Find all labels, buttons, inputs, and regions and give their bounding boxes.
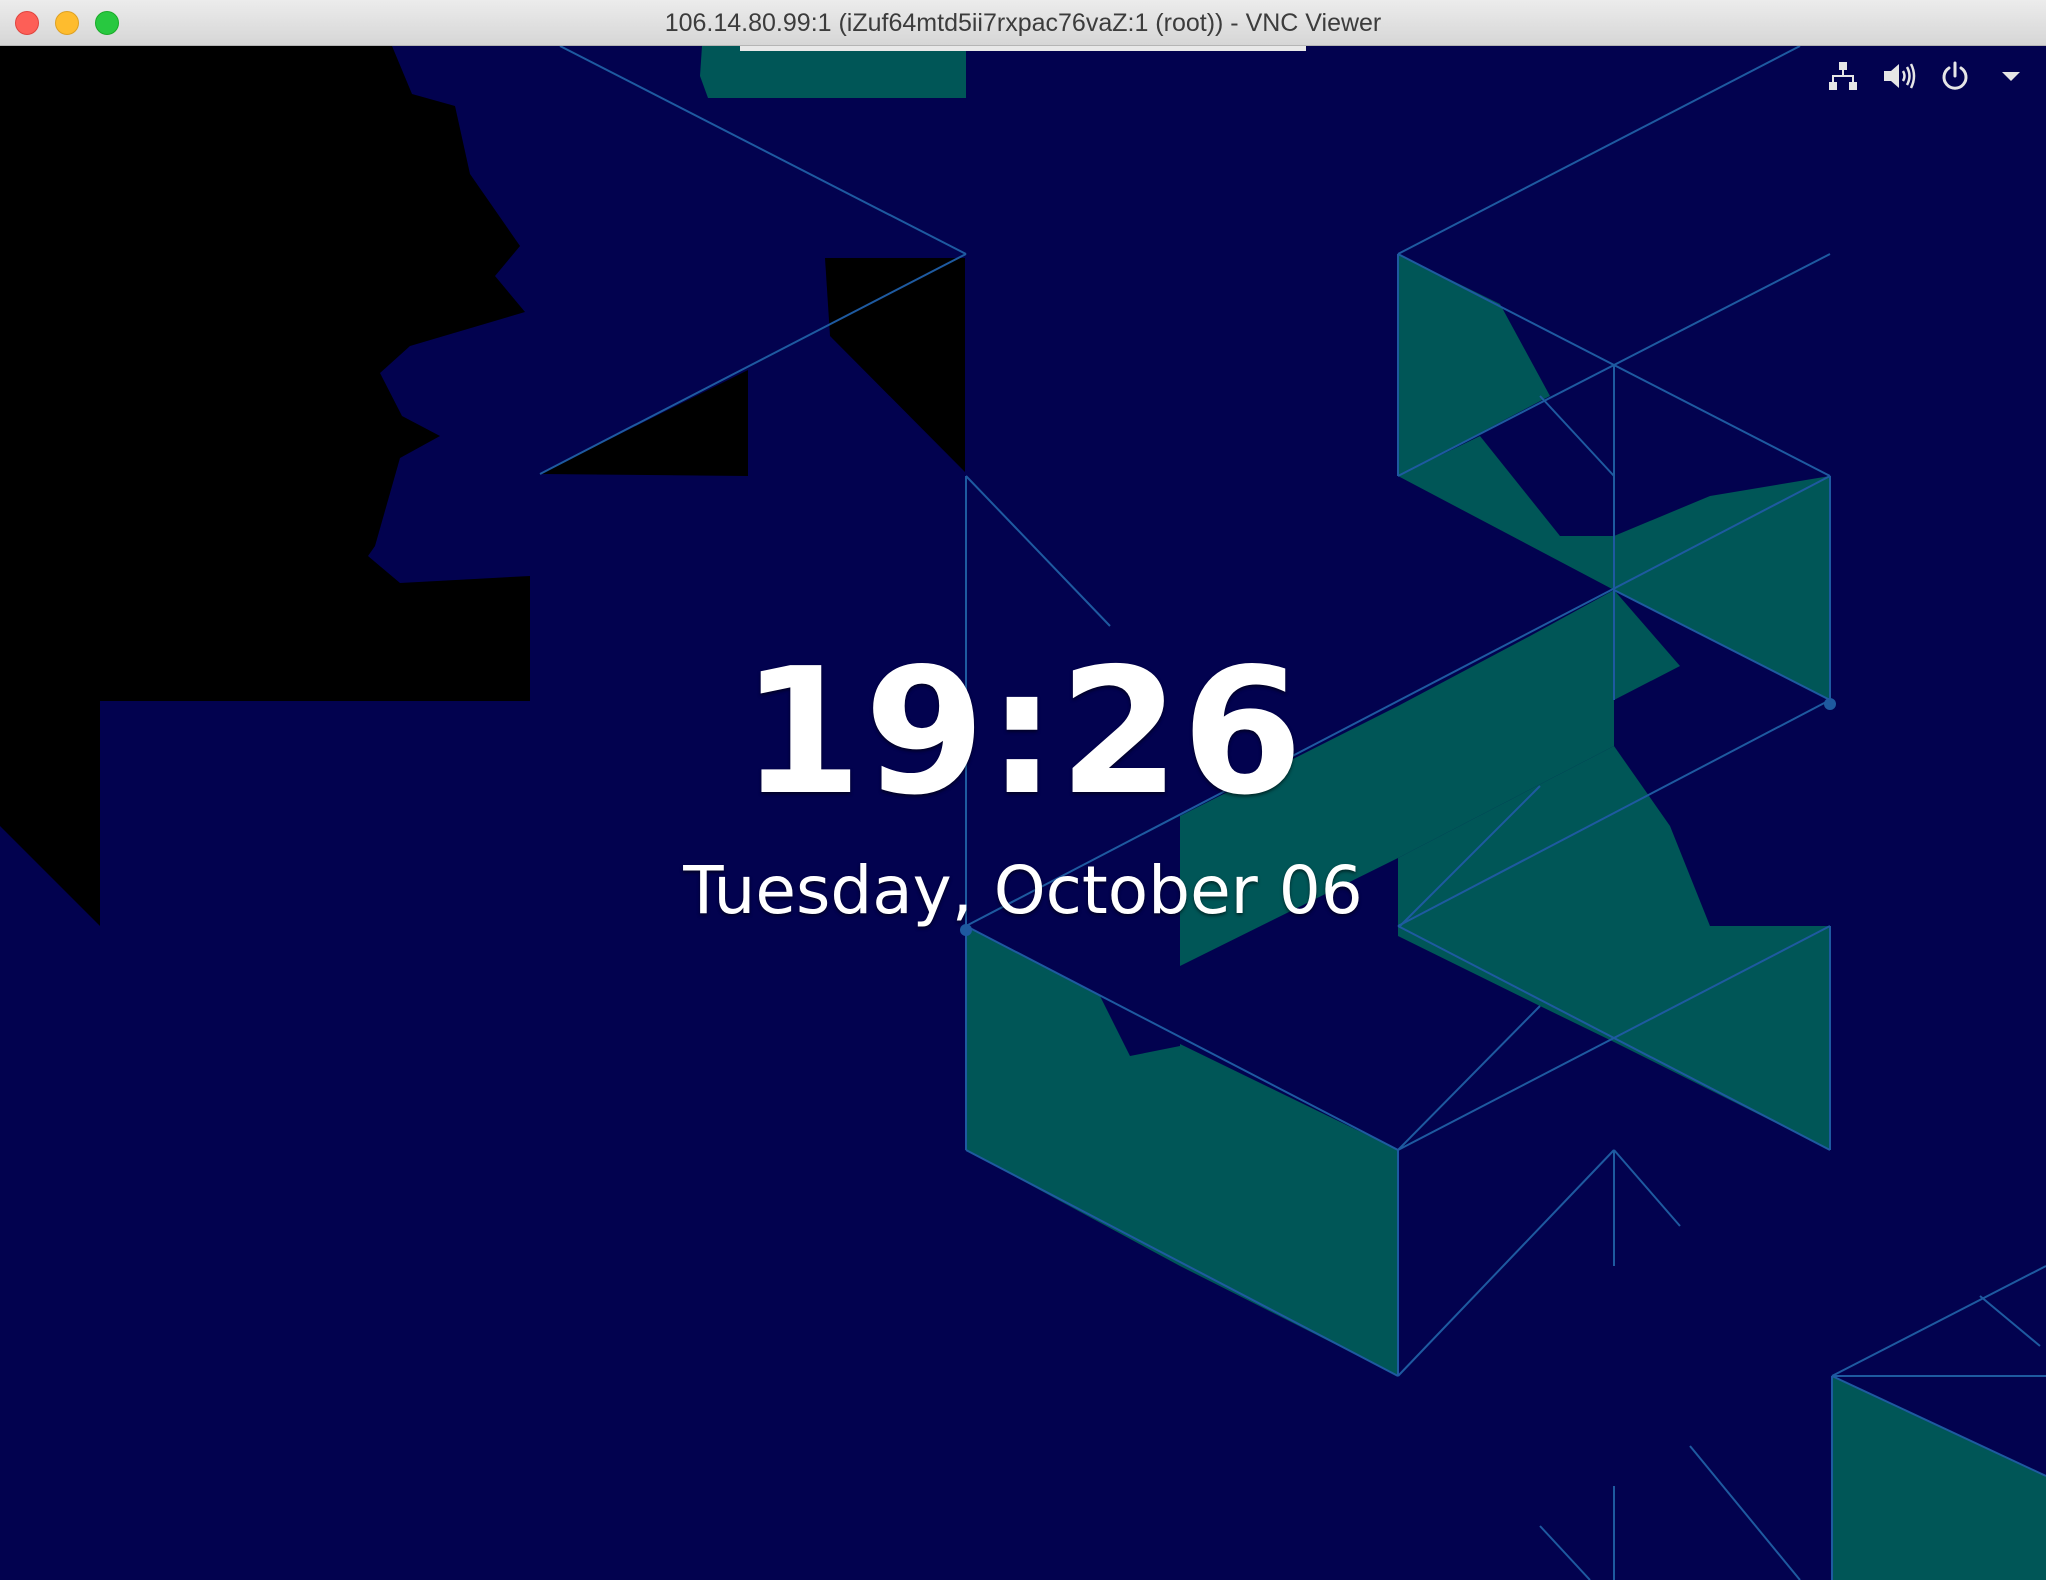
clock-time: 19:26 [741, 631, 1305, 834]
window-titlebar[interactable]: 106.14.80.99:1 (iZuf64mtd5ii7rxpac76vaZ:… [0, 0, 2046, 46]
power-icon[interactable] [1938, 59, 1972, 93]
lock-screen-clock: 19:26 Tuesday, October 06 [0, 646, 2046, 924]
clock-date: Tuesday, October 06 [683, 852, 1363, 929]
vnc-viewer-window: 106.14.80.99:1 (iZuf64mtd5ii7rxpac76vaZ:… [0, 0, 2046, 1580]
wallpaper-teal-shape [700, 46, 966, 98]
top-panel-edge [740, 46, 1306, 51]
remote-desktop-lock-screen[interactable]: 19:26 Tuesday, October 06 [0, 46, 2046, 1580]
network-icon[interactable] [1826, 59, 1860, 93]
volume-icon[interactable] [1882, 59, 1916, 93]
wallpaper-black-region [540, 370, 748, 476]
chevron-down-icon[interactable] [1994, 59, 2028, 93]
wallpaper-teal-shape [1832, 1376, 2046, 1580]
wallpaper-teal-shape [966, 926, 1398, 1376]
window-title: 106.14.80.99:1 (iZuf64mtd5ii7rxpac76vaZ:… [664, 9, 1382, 37]
system-status-area[interactable] [1826, 56, 2028, 96]
